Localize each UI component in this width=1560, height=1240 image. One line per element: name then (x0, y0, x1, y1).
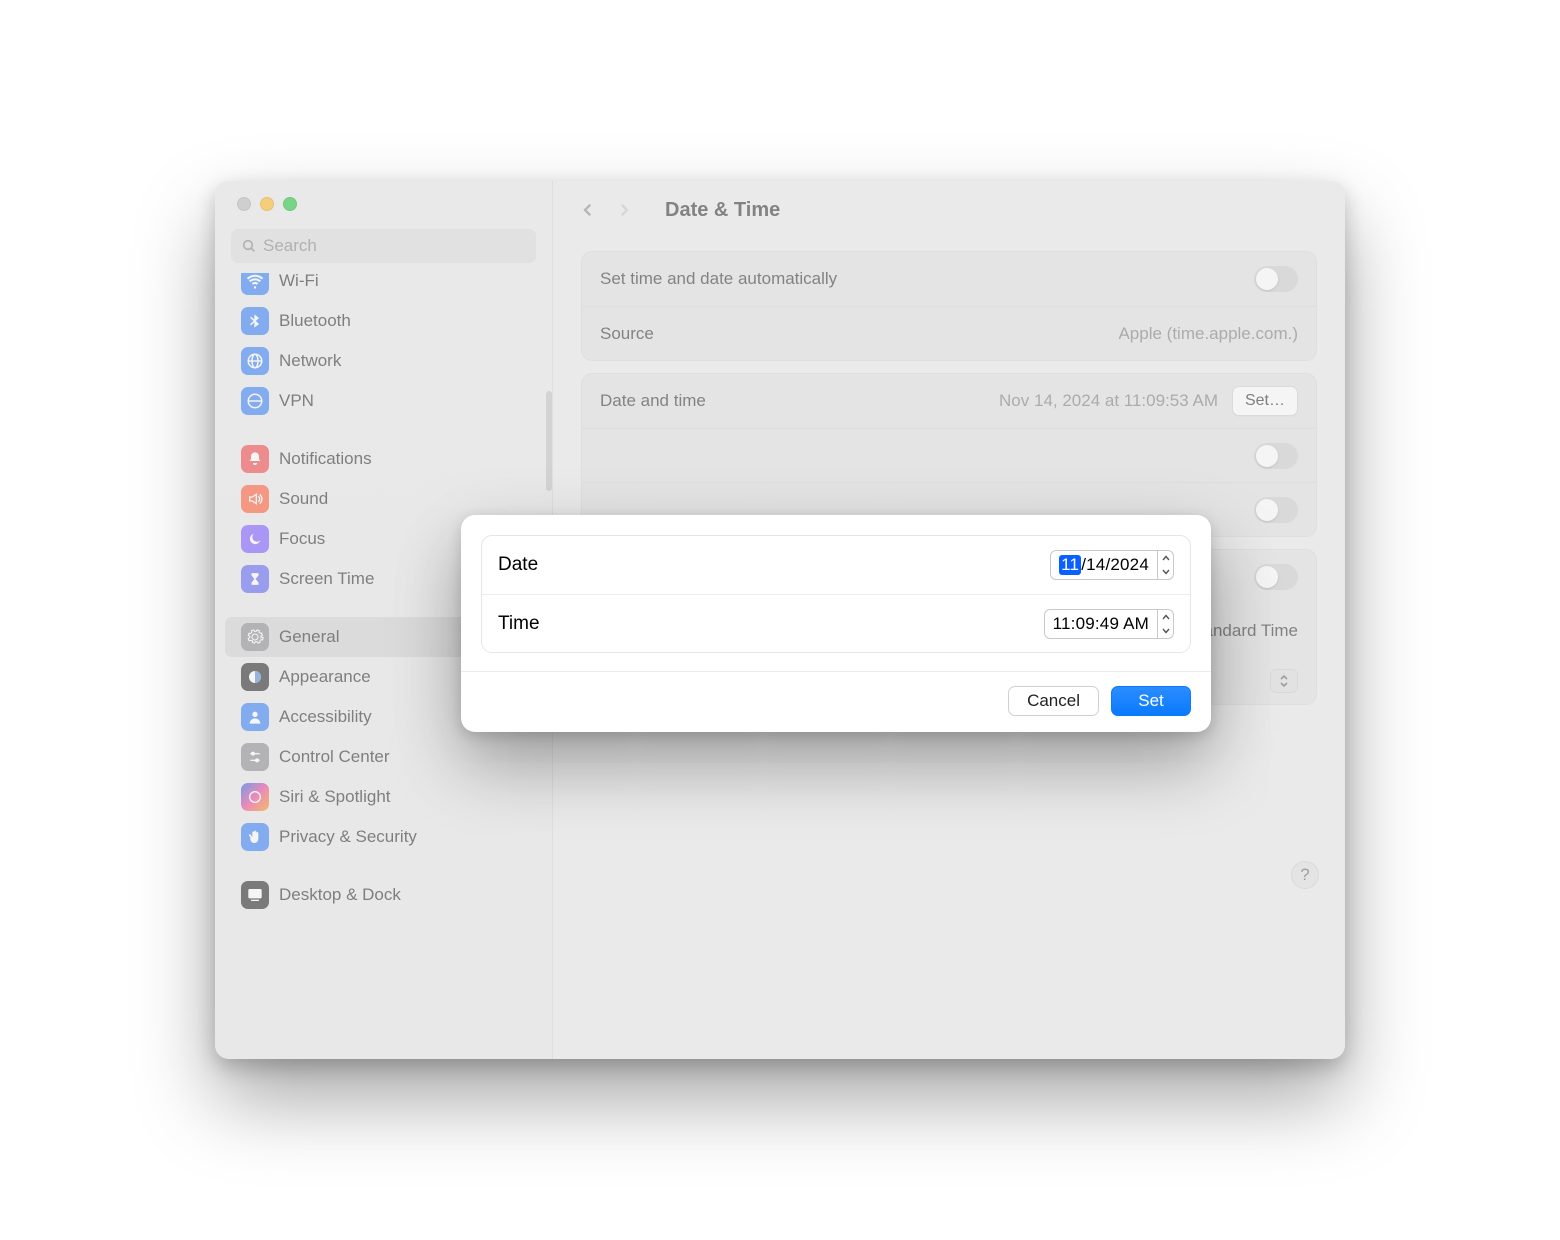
time-step-down[interactable] (1158, 624, 1173, 638)
settings-window: Search Wi-FiBluetoothNetworkVPNNotificat… (215, 181, 1345, 1059)
set-button[interactable]: Set (1111, 686, 1191, 716)
date-step-up[interactable] (1158, 551, 1173, 565)
modal-time-label: Time (498, 613, 540, 635)
date-step-down[interactable] (1158, 565, 1173, 579)
chevron-up-icon (1162, 555, 1170, 561)
chevron-down-icon (1162, 628, 1170, 634)
date-rest[interactable]: /14/2024 (1081, 555, 1149, 575)
time-step-up[interactable] (1158, 610, 1173, 624)
date-time-modal: Date 11/14/2024 Time 11:09:49 AM (461, 515, 1211, 732)
chevron-up-icon (1162, 614, 1170, 620)
time-value[interactable]: 11:09:49 AM (1053, 614, 1149, 634)
time-stepper[interactable]: 11:09:49 AM (1044, 609, 1174, 639)
chevron-down-icon (1162, 569, 1170, 575)
date-segment-selected[interactable]: 11 (1059, 555, 1081, 575)
date-stepper[interactable]: 11/14/2024 (1050, 550, 1174, 580)
cancel-button[interactable]: Cancel (1008, 686, 1099, 716)
modal-date-label: Date (498, 554, 538, 576)
